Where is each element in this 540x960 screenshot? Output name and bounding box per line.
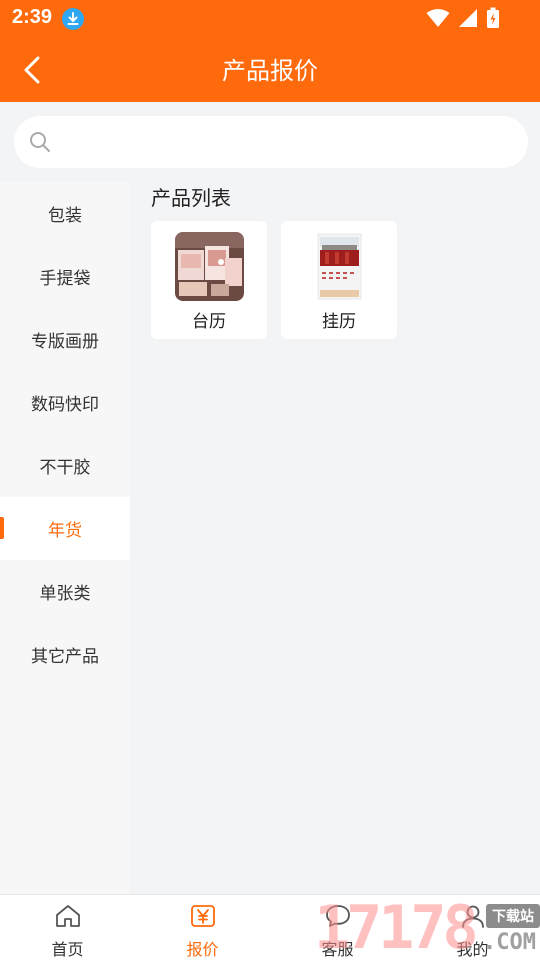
- sidebar-item-label: 年货: [48, 521, 82, 541]
- watermark-logo: 17178 下载站 .COM: [314, 896, 540, 960]
- sidebar-item-label: 单张类: [39, 584, 91, 604]
- search-icon: [28, 130, 52, 158]
- sidebar-item-single-sheet[interactable]: 单张类: [0, 560, 130, 623]
- product-label: 台历: [192, 312, 226, 332]
- sidebar-item-label: 数码快印: [31, 395, 99, 415]
- product-card-wall-calendar[interactable]: 挂历: [281, 221, 397, 339]
- tab-quote[interactable]: 报价: [135, 895, 270, 960]
- sidebar-item-sticker[interactable]: 不干胶: [0, 434, 130, 497]
- sidebar-item-digital-print[interactable]: 数码快印: [0, 371, 130, 434]
- battery-icon: [486, 7, 500, 33]
- status-time: 2:39: [12, 6, 53, 28]
- sidebar-item-brochure[interactable]: 专版画册: [0, 308, 130, 371]
- yen-icon: [189, 903, 217, 933]
- search-input[interactable]: [66, 126, 506, 158]
- sidebar-item-other-products[interactable]: 其它产品: [0, 623, 130, 686]
- sidebar-item-label: 其它产品: [31, 647, 99, 667]
- home-icon: [54, 903, 82, 933]
- watermark-badge: 下载站: [486, 904, 540, 928]
- watermark-suffix: .COM: [483, 930, 536, 955]
- product-card-desk-calendar[interactable]: 台历: [151, 221, 267, 339]
- status-bar: 2:39: [0, 0, 540, 36]
- sidebar-item-handbag[interactable]: 手提袋: [0, 245, 130, 308]
- tab-label: 报价: [186, 940, 219, 959]
- signal-icon: [458, 8, 478, 32]
- category-sidebar: 包装 手提袋 专版画册 数码快印 不干胶 年货 单张类 其它产品: [0, 182, 130, 894]
- section-title: 产品列表: [151, 186, 231, 210]
- product-image-desk-calendar: [175, 232, 244, 301]
- page-title: 产品报价: [222, 57, 318, 85]
- tab-label: 首页: [51, 940, 84, 959]
- sidebar-item-label: 不干胶: [39, 458, 91, 478]
- tab-home[interactable]: 首页: [0, 895, 135, 960]
- sidebar-item-label: 手提袋: [39, 269, 91, 289]
- download-icon: [62, 8, 84, 30]
- watermark-number: 17178: [314, 893, 479, 960]
- sidebar-item-packaging[interactable]: 包装: [0, 182, 130, 245]
- wifi-icon: [426, 8, 450, 32]
- sidebar-item-label: 专版画册: [31, 332, 99, 352]
- app-header: 产品报价: [0, 36, 540, 102]
- product-content: 产品列表 台历 挂历: [130, 182, 540, 894]
- sidebar-item-new-year-goods[interactable]: 年货: [0, 497, 130, 560]
- product-label: 挂历: [322, 312, 356, 332]
- product-grid: 台历 挂历: [151, 221, 397, 339]
- search-bar[interactable]: [14, 116, 528, 168]
- search-area: [0, 102, 540, 182]
- product-image-wall-calendar: [305, 232, 374, 301]
- sidebar-item-label: 包装: [48, 206, 82, 226]
